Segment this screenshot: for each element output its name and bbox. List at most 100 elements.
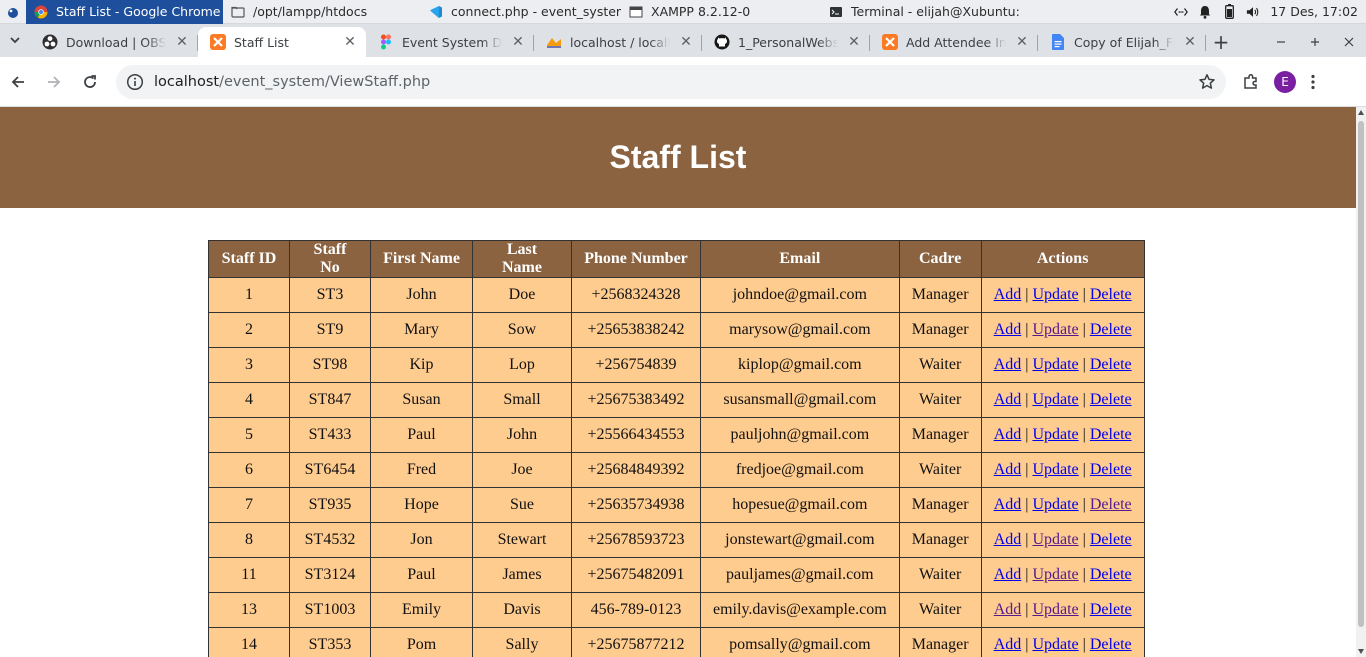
cell-first-name: Paul	[370, 557, 473, 593]
tab-obs[interactable]: Download | OBS ✕	[30, 27, 198, 57]
cell-last-name: Lop	[472, 347, 572, 383]
task-terminal[interactable]: Terminal - elijah@Xubuntu: /...	[821, 0, 1021, 24]
action-separator: |	[1082, 531, 1086, 548]
task-file-manager[interactable]: /opt/lampp/htdocs	[223, 0, 421, 24]
close-icon[interactable]: ✕	[342, 34, 358, 50]
close-icon[interactable]: ✕	[846, 34, 862, 50]
notification-bell-icon[interactable]	[1198, 5, 1212, 19]
task-vscode[interactable]: connect.php - event_system ...	[421, 0, 621, 24]
delete-link[interactable]: Delete	[1090, 356, 1132, 373]
add-link[interactable]: Add	[994, 461, 1022, 478]
tab-google-docs[interactable]: Copy of Elijah_Fi ✕	[1038, 27, 1206, 57]
update-link[interactable]: Update	[1032, 391, 1078, 408]
delete-link[interactable]: Delete	[1090, 391, 1132, 408]
cell-actions: Add | Update | Delete	[980, 627, 1145, 657]
maximize-button[interactable]	[1298, 27, 1332, 57]
figma-icon	[378, 34, 394, 50]
minimize-button[interactable]	[1264, 27, 1298, 57]
scroll-up-arrow-icon[interactable]	[1358, 110, 1364, 115]
close-icon[interactable]: ✕	[678, 34, 694, 50]
reload-icon	[84, 74, 96, 88]
delete-link[interactable]: Delete	[1090, 286, 1132, 303]
staff-table-body: 1 ST3 John Doe +2568324328 johndoe@gmail.com M…	[208, 277, 1145, 657]
reload-button[interactable]	[72, 64, 108, 100]
address-bar[interactable]: localhost/event_system/ViewStaff.php	[116, 64, 1226, 99]
delete-link[interactable]: Delete	[1090, 496, 1132, 513]
update-link[interactable]: Update	[1032, 566, 1078, 583]
cell-phone: +25653838242	[571, 312, 701, 348]
action-separator: |	[1082, 356, 1086, 373]
tab-staff-list[interactable]: Staff List ✕	[198, 27, 366, 57]
delete-link[interactable]: Delete	[1090, 426, 1132, 443]
xfce-menu-button[interactable]	[0, 0, 26, 24]
network-icon[interactable]	[1174, 5, 1189, 19]
close-icon	[1344, 37, 1354, 47]
close-icon[interactable]: ✕	[510, 34, 526, 50]
table-row: 14 ST353 Pom Sally +25675877212 pomsally@gmai…	[208, 627, 1145, 657]
task-xampp[interactable]: XAMPP 8.2.12-0	[621, 0, 821, 24]
tab-add-attendee[interactable]: Add Attendee In ✕	[870, 27, 1038, 57]
update-link[interactable]: Update	[1032, 531, 1078, 548]
vertical-scrollbar[interactable]	[1356, 107, 1366, 657]
chrome-icon	[34, 5, 48, 18]
cell-phone: +25675877212	[571, 627, 701, 657]
update-link[interactable]: Update	[1032, 461, 1078, 478]
cell-first-name: Fred	[370, 452, 473, 488]
add-link[interactable]: Add	[994, 426, 1022, 443]
delete-link[interactable]: Delete	[1090, 321, 1132, 338]
new-tab-button[interactable]: +	[1206, 27, 1236, 57]
task-chrome[interactable]: Staff List - Google Chrome	[26, 0, 223, 24]
add-link[interactable]: Add	[994, 391, 1022, 408]
update-link[interactable]: Update	[1032, 496, 1078, 513]
update-link[interactable]: Update	[1032, 321, 1078, 338]
add-link[interactable]: Add	[994, 356, 1022, 373]
delete-link[interactable]: Delete	[1090, 636, 1132, 653]
add-link[interactable]: Add	[994, 496, 1022, 513]
cell-staff-no: ST3124	[289, 557, 371, 593]
more-vert-icon[interactable]	[1310, 73, 1316, 91]
action-separator: |	[1025, 426, 1029, 443]
update-link[interactable]: Update	[1032, 356, 1078, 373]
col-cadre: Cadre	[898, 240, 982, 278]
add-link[interactable]: Add	[994, 286, 1022, 303]
cell-email: pauljohn@gmail.com	[700, 417, 900, 453]
cell-first-name: Paul	[370, 417, 473, 453]
forward-button[interactable]	[36, 64, 72, 100]
tab-search-button[interactable]	[0, 24, 30, 57]
update-link[interactable]: Update	[1032, 286, 1078, 303]
update-link[interactable]: Update	[1032, 426, 1078, 443]
add-link[interactable]: Add	[994, 601, 1022, 618]
add-link[interactable]: Add	[994, 321, 1022, 338]
battery-icon[interactable]	[1222, 4, 1236, 19]
bookmark-star-icon[interactable]	[1198, 73, 1216, 91]
scroll-down-arrow-icon[interactable]	[1358, 649, 1364, 654]
scrollbar-thumb[interactable]	[1358, 121, 1364, 627]
update-link[interactable]: Update	[1032, 636, 1078, 653]
close-icon[interactable]: ✕	[1182, 34, 1198, 50]
tab-github[interactable]: 1_PersonalWebs ✕	[702, 27, 870, 57]
add-link[interactable]: Add	[994, 566, 1022, 583]
close-window-button[interactable]	[1332, 27, 1366, 57]
delete-link[interactable]: Delete	[1090, 566, 1132, 583]
add-link[interactable]: Add	[994, 636, 1022, 653]
delete-link[interactable]: Delete	[1090, 531, 1132, 548]
table-row: 8 ST4532 Jon Stewart +25678593723 jonstewart@…	[208, 522, 1145, 558]
delete-link[interactable]: Delete	[1090, 461, 1132, 478]
cell-staff-id: 8	[208, 522, 290, 558]
update-link[interactable]: Update	[1032, 601, 1078, 618]
close-icon[interactable]: ✕	[1014, 34, 1030, 50]
url-path: /event_system/ViewStaff.php	[219, 73, 431, 90]
cell-cadre: Manager	[898, 417, 982, 453]
info-icon[interactable]	[126, 73, 144, 91]
cell-phone: 456-789-0123	[571, 592, 701, 628]
tab-figma[interactable]: Event System De ✕	[366, 27, 534, 57]
close-icon[interactable]: ✕	[174, 34, 190, 50]
back-button[interactable]	[0, 64, 36, 100]
clock[interactable]: 17 Des, 17:02	[1270, 4, 1358, 19]
profile-avatar[interactable]: E	[1274, 70, 1296, 93]
extensions-icon[interactable]	[1242, 73, 1260, 91]
tab-phpmyadmin[interactable]: localhost / localh ✕	[534, 27, 702, 57]
delete-link[interactable]: Delete	[1090, 601, 1132, 618]
volume-icon[interactable]	[1246, 5, 1260, 19]
add-link[interactable]: Add	[994, 531, 1022, 548]
